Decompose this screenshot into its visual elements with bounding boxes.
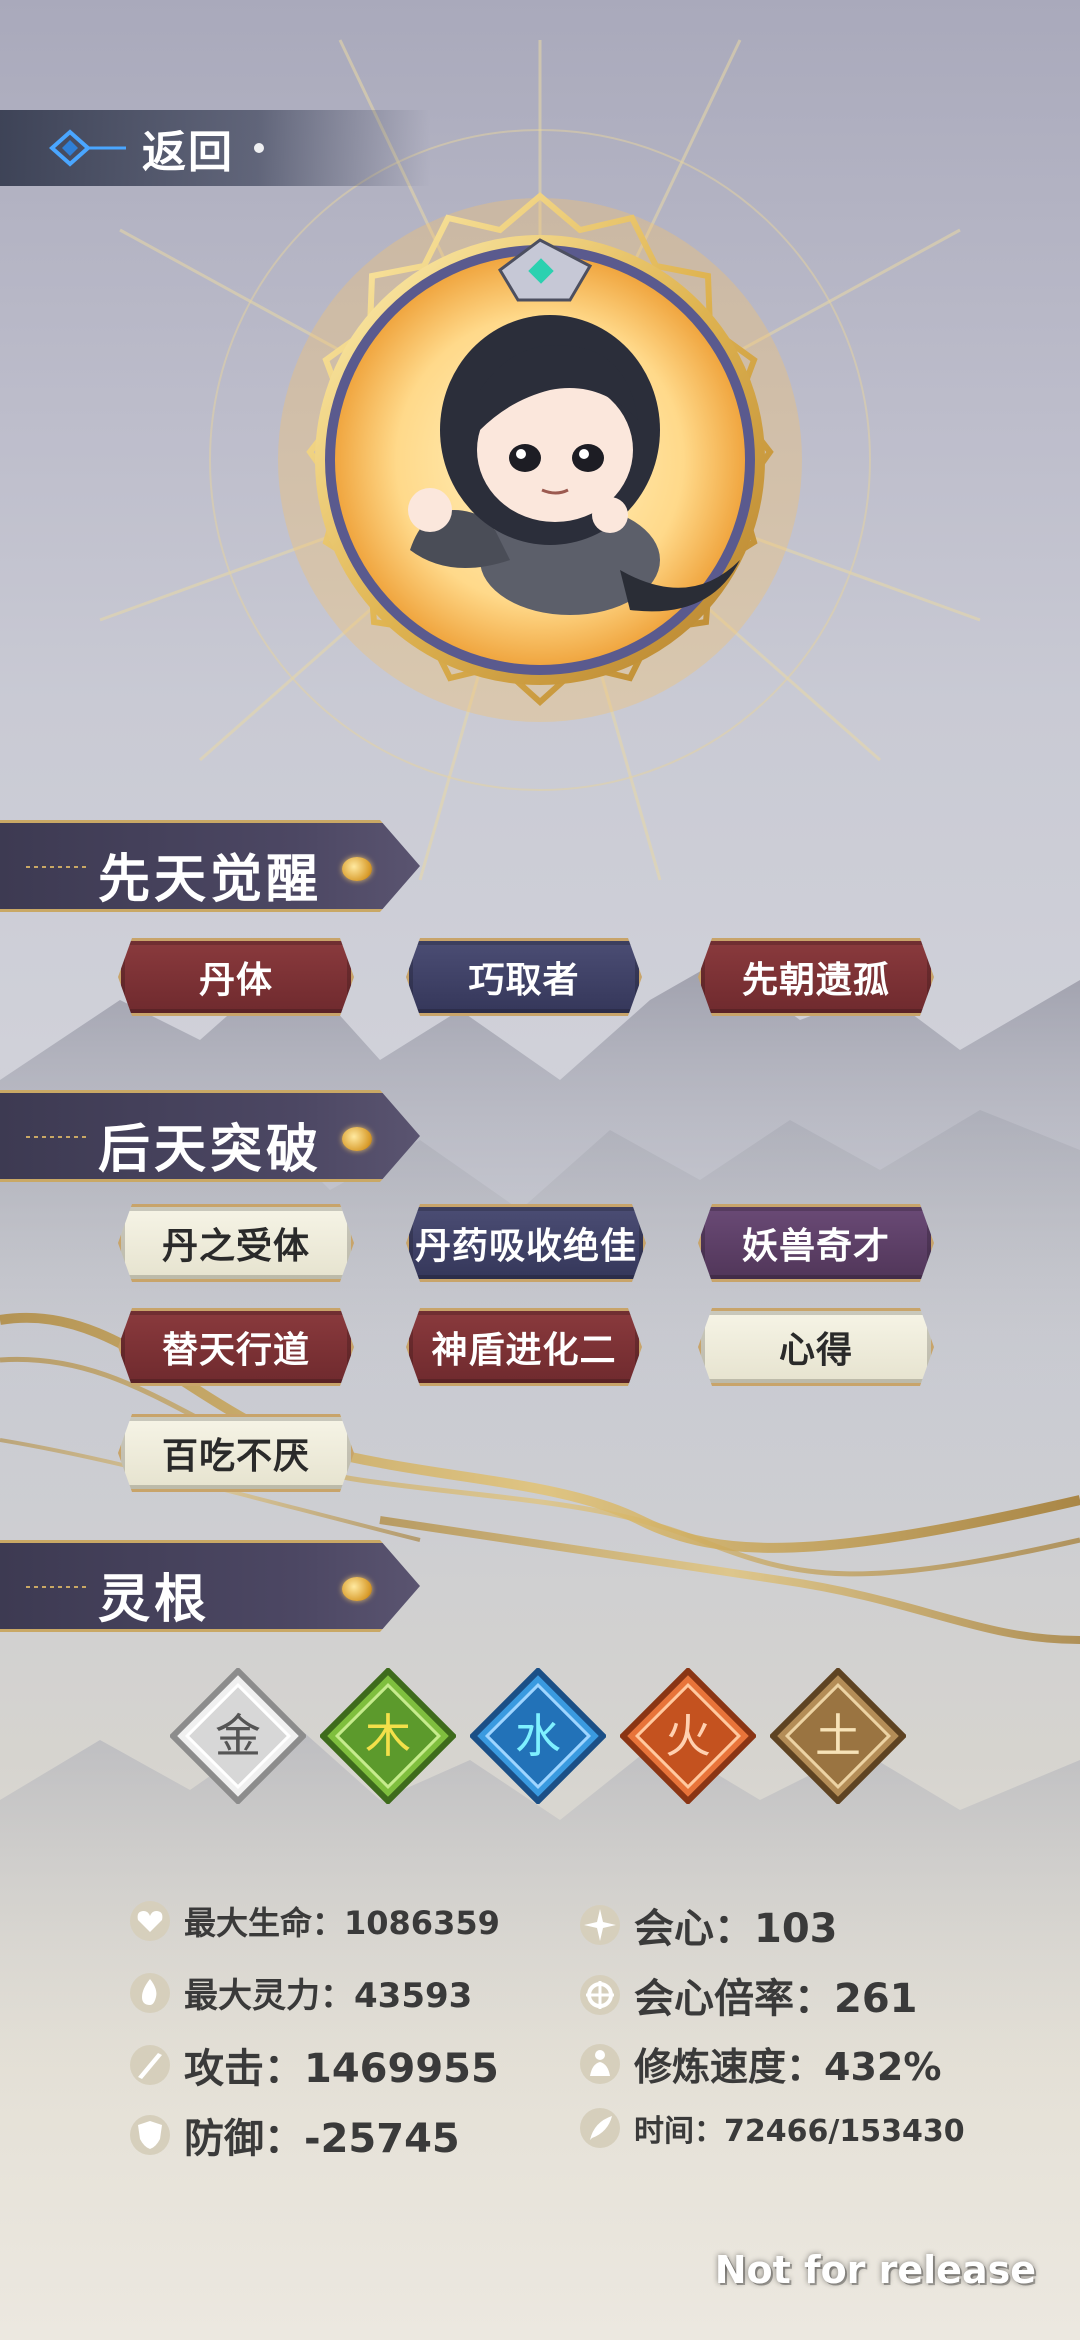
burst-icon xyxy=(580,1905,620,1945)
innate-tag-1[interactable]: 丹体 xyxy=(118,938,354,1016)
target-icon xyxy=(580,1975,620,2015)
acquired-tag-5[interactable]: 神盾进化二 xyxy=(406,1308,642,1386)
stat-crit: 会心：103 xyxy=(578,1896,838,1954)
stat-attack: 攻击：1469955 xyxy=(128,2036,499,2094)
svg-text:火: 火 xyxy=(665,1709,711,1763)
acquired-tag-7[interactable]: 百吃不厌 xyxy=(118,1414,354,1492)
fire-element-icon[interactable]: 火 xyxy=(620,1668,756,1804)
back-label: 返回 xyxy=(142,127,234,178)
heart-icon xyxy=(130,1901,170,1941)
svg-text:金: 金 xyxy=(215,1709,261,1763)
spirit-root-title: 灵根 xyxy=(98,1570,211,1630)
acquired-tag-3[interactable]: 妖兽奇才 xyxy=(698,1204,934,1282)
innate-tag-2[interactable]: 巧取者 xyxy=(406,938,642,1016)
acquired-tag-1[interactable]: 丹之受体 xyxy=(118,1204,354,1282)
watermark: Not for release xyxy=(714,2248,1036,2292)
spirit-root-section-header: 灵根 xyxy=(0,1540,420,1632)
character-avatar[interactable] xyxy=(270,190,810,730)
back-button[interactable]: 返回 xyxy=(0,110,430,186)
stat-max-hp: 最大生命：1086359 xyxy=(128,1898,500,1944)
section-orb-icon xyxy=(342,857,372,881)
stat-defense: 防御：-25745 xyxy=(128,2106,460,2164)
flame-icon xyxy=(130,1972,170,2013)
back-arrow-icon xyxy=(48,129,126,167)
header-ornament-icon xyxy=(26,866,86,868)
meditation-icon xyxy=(580,2043,620,2084)
stat-max-spirit: 最大灵力：43593 xyxy=(128,1968,472,2017)
innate-section-title: 先天觉醒 xyxy=(98,850,323,910)
svg-text:土: 土 xyxy=(815,1709,861,1763)
svg-text:水: 水 xyxy=(515,1709,561,1763)
shield-icon xyxy=(130,2115,170,2155)
innate-section-header: 先天觉醒 xyxy=(0,820,420,912)
acquired-section-title: 后天突破 xyxy=(98,1120,323,1180)
header-ornament-icon xyxy=(26,1586,86,1588)
title-dot xyxy=(254,143,264,153)
wood-element-icon[interactable]: 木 xyxy=(320,1668,456,1804)
earth-element-icon[interactable]: 土 xyxy=(770,1668,906,1804)
metal-element-icon[interactable]: 金 xyxy=(170,1668,306,1804)
innate-tag-3[interactable]: 先朝遗孤 xyxy=(698,938,934,1016)
svg-text:木: 木 xyxy=(365,1709,411,1763)
acquired-tag-4[interactable]: 替天行道 xyxy=(118,1308,354,1386)
section-orb-icon xyxy=(342,1127,372,1151)
header-ornament-icon xyxy=(26,1136,86,1138)
stat-crit-rate: 会心倍率：261 xyxy=(578,1966,918,2024)
acquired-section-header: 后天突破 xyxy=(0,1090,420,1182)
stat-cultivation-speed: 修炼速度：432% xyxy=(578,2036,941,2091)
stat-time: 时间：72466/153430 xyxy=(578,2106,965,2150)
acquired-tag-6[interactable]: 心得 xyxy=(698,1308,934,1386)
water-element-icon[interactable]: 水 xyxy=(470,1668,606,1804)
sword-icon xyxy=(130,2045,170,2085)
feather-icon xyxy=(580,2108,620,2148)
acquired-tag-2[interactable]: 丹药吸收绝佳 xyxy=(406,1204,646,1282)
section-orb-icon xyxy=(342,1577,372,1601)
